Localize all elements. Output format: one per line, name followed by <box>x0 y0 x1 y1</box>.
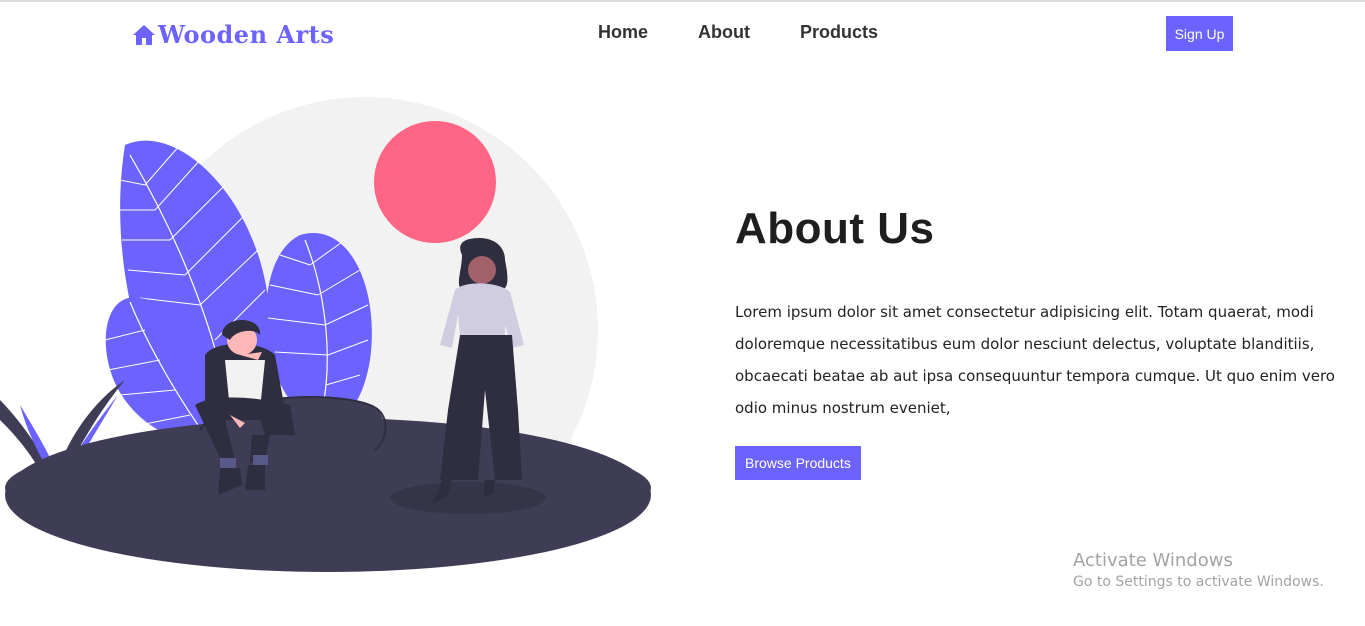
sun-circle <box>374 121 496 243</box>
home-icon <box>133 24 155 45</box>
signup-button[interactable]: Sign Up <box>1166 16 1233 51</box>
nav-products[interactable]: Products <box>800 22 878 43</box>
main-nav: Home About Products <box>598 22 878 43</box>
hero-illustration <box>0 90 660 590</box>
about-description: Lorem ipsum dolor sit amet consectetur a… <box>735 303 1335 417</box>
woman-shadow <box>390 482 546 514</box>
navbar: Wooden Arts Home About Products Sign Up <box>0 2 1365 66</box>
page-title: About Us <box>735 204 935 253</box>
nav-about[interactable]: About <box>698 22 750 43</box>
watermark-subtitle: Go to Settings to activate Windows. <box>1073 574 1324 590</box>
about-section: About Us Lorem ipsum dolor sit amet cons… <box>735 204 1345 480</box>
browse-products-button[interactable]: Browse Products <box>735 446 861 480</box>
brand-logo[interactable]: Wooden Arts <box>132 20 334 49</box>
watermark-title: Activate Windows <box>1073 550 1233 571</box>
brand-name: Wooden Arts <box>158 20 335 49</box>
windows-activation-watermark: Activate Windows Go to Settings to activ… <box>1073 550 1324 590</box>
nav-home[interactable]: Home <box>598 22 648 43</box>
